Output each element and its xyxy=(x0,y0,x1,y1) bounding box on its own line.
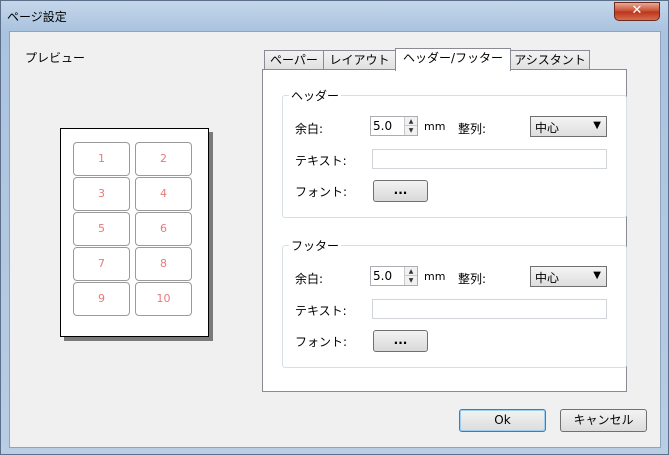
page-setup-dialog: ページ設定 ✕ プレビュー 1 2 3 4 5 6 7 8 9 10 ペーパー … xyxy=(0,0,669,455)
footer-align-select[interactable]: 中心 ▼ xyxy=(530,266,607,287)
footer-margin-spinner[interactable]: 5.0 ▲ ▼ xyxy=(370,266,418,286)
tab-layout[interactable]: レイアウト xyxy=(323,50,396,70)
footer-margin-label: 余白: xyxy=(295,272,324,286)
header-font-button[interactable]: ... xyxy=(373,180,428,202)
header-text-label: テキスト: xyxy=(295,154,347,168)
cancel-button[interactable]: キャンセル xyxy=(560,409,647,432)
header-margin-value: 5.0 xyxy=(373,119,393,133)
label-cell: 6 xyxy=(135,212,192,246)
header-group: ヘッダー 余白: 5.0 ▲ ▼ mm 整列: 中心 ▼ テキスト: フォント:… xyxy=(282,87,627,218)
spin-up-icon[interactable]: ▲ xyxy=(405,267,417,276)
footer-group-title: フッター xyxy=(289,237,342,254)
header-text-input[interactable] xyxy=(372,149,607,169)
label-cell: 8 xyxy=(135,247,192,281)
footer-margin-value: 5.0 xyxy=(373,269,393,283)
header-font-label: フォント: xyxy=(295,185,348,199)
ok-button[interactable]: Ok xyxy=(459,409,546,432)
dialog-body: プレビュー 1 2 3 4 5 6 7 8 9 10 ペーパー レイアウト ヘッ… xyxy=(9,31,661,448)
tab-header-footer[interactable]: ヘッダー/フッター xyxy=(395,48,511,71)
header-align-label: 整列: xyxy=(458,122,487,136)
label-cell: 1 xyxy=(73,142,130,176)
label-cell: 9 xyxy=(73,282,130,316)
footer-text-label: テキスト: xyxy=(295,304,347,318)
footer-group: フッター 余白: 5.0 ▲ ▼ mm 整列: 中心 ▼ テキスト: フォント:… xyxy=(282,237,627,368)
footer-align-label: 整列: xyxy=(458,272,487,286)
close-button[interactable]: ✕ xyxy=(614,2,660,21)
label-cell: 4 xyxy=(135,177,192,211)
preview-page: 1 2 3 4 5 6 7 8 9 10 xyxy=(60,128,209,337)
tab-assistant[interactable]: アシスタント xyxy=(510,50,590,70)
header-unit: mm xyxy=(424,120,446,133)
label-cell: 10 xyxy=(135,282,192,316)
chevron-down-icon: ▼ xyxy=(593,270,601,281)
window-title: ページ設定 xyxy=(7,10,67,24)
chevron-down-icon: ▼ xyxy=(593,120,601,131)
header-align-select[interactable]: 中心 ▼ xyxy=(530,116,607,137)
footer-unit: mm xyxy=(424,270,446,283)
header-align-value: 中心 xyxy=(535,121,560,135)
footer-font-label: フォント: xyxy=(295,335,348,349)
spinner-buttons[interactable]: ▲ ▼ xyxy=(404,117,417,135)
header-footer-panel: ヘッダー 余白: 5.0 ▲ ▼ mm 整列: 中心 ▼ テキスト: フォント:… xyxy=(262,69,627,392)
label-cell: 5 xyxy=(73,212,130,246)
footer-text-input[interactable] xyxy=(372,299,607,319)
spin-down-icon[interactable]: ▼ xyxy=(405,126,417,135)
header-margin-label: 余白: xyxy=(295,122,324,136)
title-bar: ページ設定 ✕ xyxy=(1,1,668,31)
label-cell: 2 xyxy=(135,142,192,176)
header-margin-spinner[interactable]: 5.0 ▲ ▼ xyxy=(370,116,418,136)
header-group-title: ヘッダー xyxy=(289,87,342,104)
footer-align-value: 中心 xyxy=(535,271,560,285)
preview-label: プレビュー xyxy=(25,51,86,65)
tab-paper[interactable]: ペーパー xyxy=(264,50,324,70)
spin-up-icon[interactable]: ▲ xyxy=(405,117,417,126)
spin-down-icon[interactable]: ▼ xyxy=(405,276,417,285)
spinner-buttons[interactable]: ▲ ▼ xyxy=(404,267,417,285)
footer-font-button[interactable]: ... xyxy=(373,330,428,352)
label-cell: 3 xyxy=(73,177,130,211)
label-cell: 7 xyxy=(73,247,130,281)
